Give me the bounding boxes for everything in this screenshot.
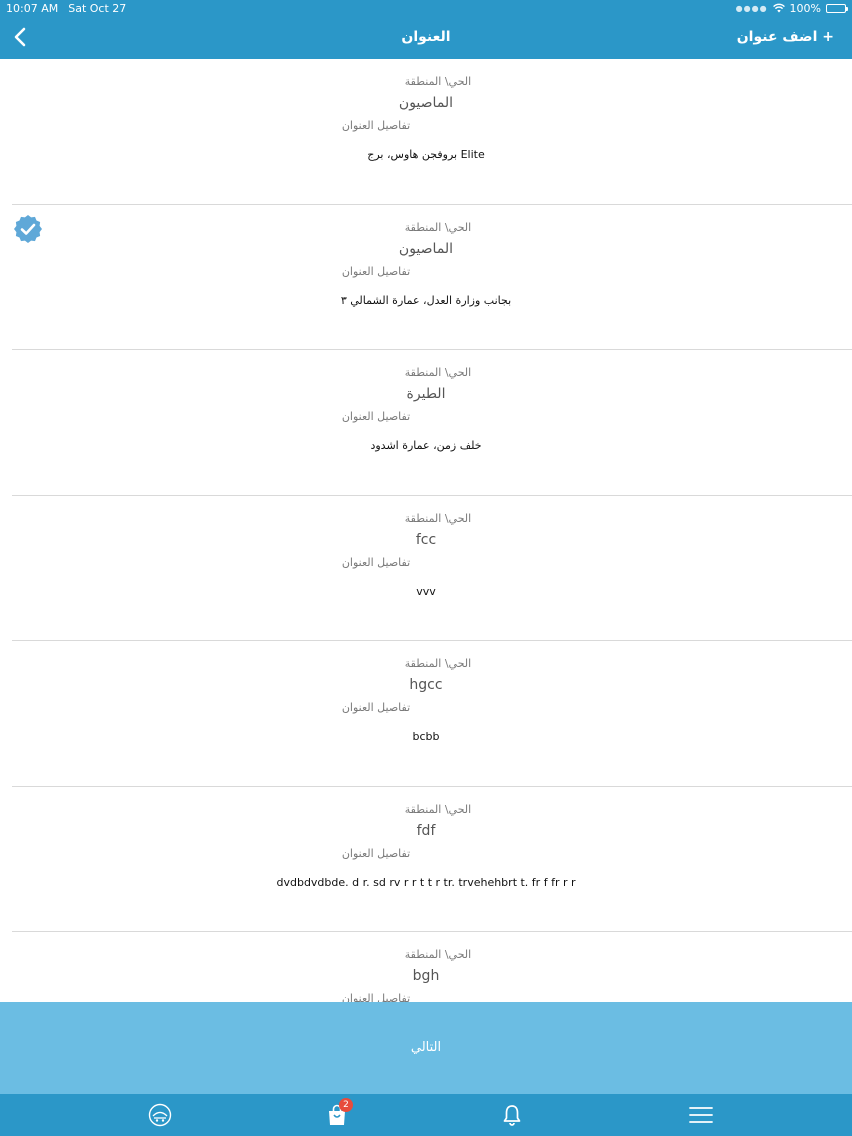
back-button[interactable] — [6, 22, 34, 52]
logo-icon — [148, 1103, 172, 1127]
tab-notifications[interactable] — [482, 1094, 542, 1136]
tab-bar: 2 — [0, 1094, 852, 1136]
status-time: 10:07 AM — [6, 1, 59, 15]
address-card[interactable]: الحي\ المنطقة الماصيون تفاصيل العنوان بجانب… — [12, 205, 852, 350]
details-label: تفاصيل العنوان — [341, 846, 411, 860]
address-card[interactable]: الحي\ المنطقة hgcc تفاصيل العنوان bcbb — [12, 641, 852, 787]
region-value: fcc — [415, 531, 437, 548]
region-label: الحي\ المنطقة — [404, 366, 472, 379]
details-value: بروفجن هاوس، برج Elite — [367, 148, 485, 161]
region-label: الحي\ المنطقة — [404, 511, 472, 525]
address-card[interactable]: الحي\ المنطقة fcc تفاصيل العنوان vvv — [12, 496, 852, 641]
address-card[interactable]: الحي\ المنطقة fdf تفاصيل العنوان dvdbdvdbde… — [12, 787, 852, 932]
region-value: hgcc — [409, 677, 443, 693]
region-value: الطيرة — [406, 386, 446, 402]
add-address-button[interactable]: + اضف عنوان — [737, 16, 834, 59]
tab-menu[interactable] — [671, 1094, 731, 1136]
status-date: Sat Oct 27 — [68, 1, 127, 15]
details-value: bcbb — [412, 730, 440, 743]
details-value: dvdbdvdbde. d r. sd rv r r t t r tr. trv… — [276, 875, 576, 889]
next-button[interactable]: التالي — [0, 1002, 852, 1094]
verified-badge-icon — [14, 214, 42, 243]
address-card[interactable]: الحي\ المنطقة bgh تفاصيل العنوان — [12, 932, 852, 1002]
details-label: تفاصيل العنوان — [341, 264, 411, 278]
details-label: تفاصيل العنوان — [341, 992, 411, 1002]
region-label: الحي\ المنطقة — [404, 948, 472, 961]
region-label: الحي\ المنطقة — [404, 220, 472, 234]
battery-percent: 100% — [789, 1, 821, 15]
tab-home[interactable] — [130, 1094, 190, 1136]
region-value: الماصيون — [398, 240, 454, 257]
cart-badge: 2 — [339, 1098, 353, 1112]
address-card[interactable]: الحي\ المنطقة الطيرة تفاصيل العنوان خلف زمن… — [12, 350, 852, 496]
region-value: fdf — [416, 822, 436, 839]
region-value: الماصيون — [398, 95, 454, 111]
region-label: الحي\ المنطقة — [404, 75, 472, 88]
region-label: الحي\ المنطقة — [404, 657, 472, 670]
details-label: تفاصيل العنوان — [341, 555, 411, 569]
chevron-left-icon — [14, 27, 26, 47]
battery-icon — [826, 3, 848, 13]
details-label: تفاصيل العنوان — [341, 701, 411, 714]
status-bar: 10:07 AM Sat Oct 27 ●●●● 100% — [0, 0, 852, 16]
details-value: vvv — [416, 584, 436, 598]
navigation-bar: العنوان + اضف عنوان — [0, 16, 852, 59]
region-label: الحي\ المنطقة — [404, 802, 472, 816]
details-value: بجانب وزارة العدل، عمارة الشمالي ٣ — [340, 293, 512, 307]
address-list: الحي\ المنطقة الماصيون تفاصيل العنوان بروفج… — [0, 59, 852, 1002]
menu-icon — [689, 1107, 713, 1123]
tab-cart[interactable]: 2 — [307, 1094, 367, 1136]
details-value: خلف زمن، عمارة اشدود — [370, 439, 482, 452]
page-title: العنوان — [401, 29, 451, 45]
signal-icon: ●●●● — [735, 3, 768, 13]
wifi-icon — [772, 3, 785, 13]
details-label: تفاصيل العنوان — [341, 410, 411, 423]
bell-icon — [503, 1105, 521, 1126]
details-label: تفاصيل العنوان — [341, 119, 411, 132]
region-value: bgh — [412, 968, 440, 984]
address-card[interactable]: الحي\ المنطقة الماصيون تفاصيل العنوان بروفج… — [12, 59, 852, 205]
